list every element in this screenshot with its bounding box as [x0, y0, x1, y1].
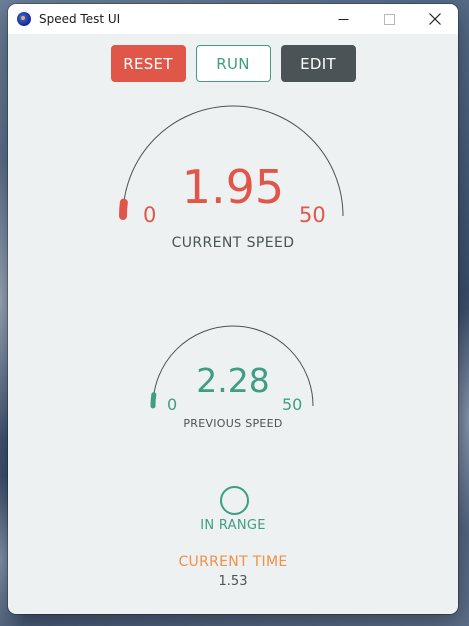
current-time-label: CURRENT TIME — [178, 554, 288, 570]
previous-speed-caption: PREVIOUS SPEED — [183, 417, 283, 430]
status-label: IN RANGE — [200, 518, 266, 533]
previous-speed-max-label: 50 — [282, 395, 303, 414]
previous-speed-value: 2.28 — [196, 361, 270, 400]
previous-speed-min-label: 0 — [167, 395, 178, 414]
status-indicator-icon — [220, 486, 249, 515]
current-time-value: 1.53 — [218, 574, 248, 589]
app-window: Speed Test UI RESET RUN EDIT 1.95 0 50 C… — [8, 4, 458, 614]
